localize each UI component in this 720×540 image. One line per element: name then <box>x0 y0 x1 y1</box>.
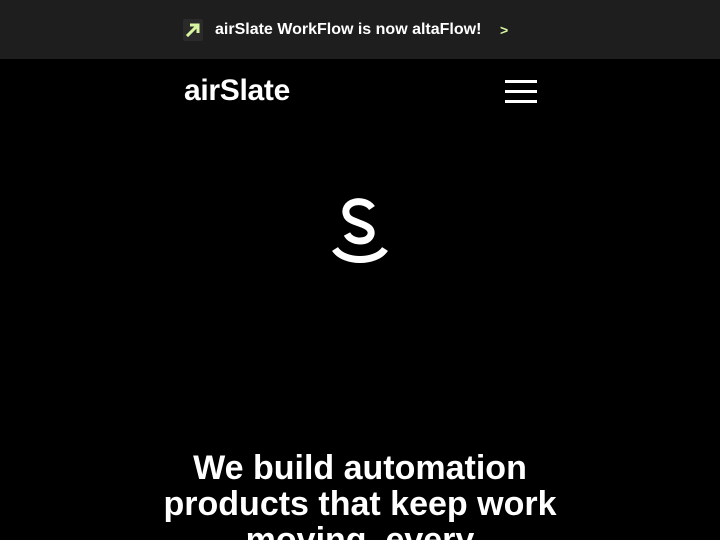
announcement-chevron-icon[interactable]: > <box>500 19 508 41</box>
menu-line-icon <box>505 80 537 83</box>
announcement-text[interactable]: airSlate WorkFlow is now altaFlow! <box>215 19 481 41</box>
airslate-logo[interactable]: airSlate <box>184 74 290 108</box>
airslate-s-mark-icon <box>330 197 390 267</box>
menu-line-icon <box>505 90 537 93</box>
hero-heading: We build automation products that keep w… <box>163 449 557 540</box>
site-header: airSlate <box>0 59 720 125</box>
hamburger-menu-icon[interactable] <box>503 78 539 106</box>
altaflow-arrow-icon <box>183 19 203 41</box>
menu-line-icon <box>505 100 537 103</box>
announcement-banner[interactable]: airSlate WorkFlow is now altaFlow! > <box>0 0 720 59</box>
